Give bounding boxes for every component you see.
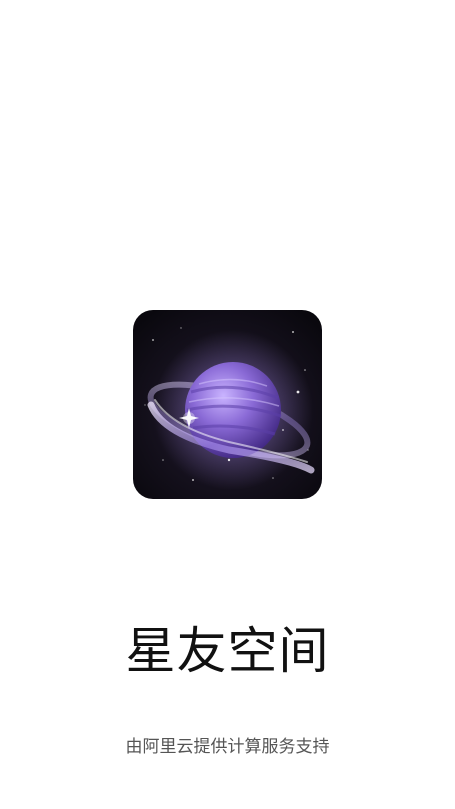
splash-screen: 星友空间 由阿里云提供计算服务支持 [0, 0, 455, 809]
purple-planet-icon [133, 310, 322, 499]
powered-by-text: 由阿里云提供计算服务支持 [125, 737, 330, 757]
app-name: 星友空间 [125, 622, 330, 680]
